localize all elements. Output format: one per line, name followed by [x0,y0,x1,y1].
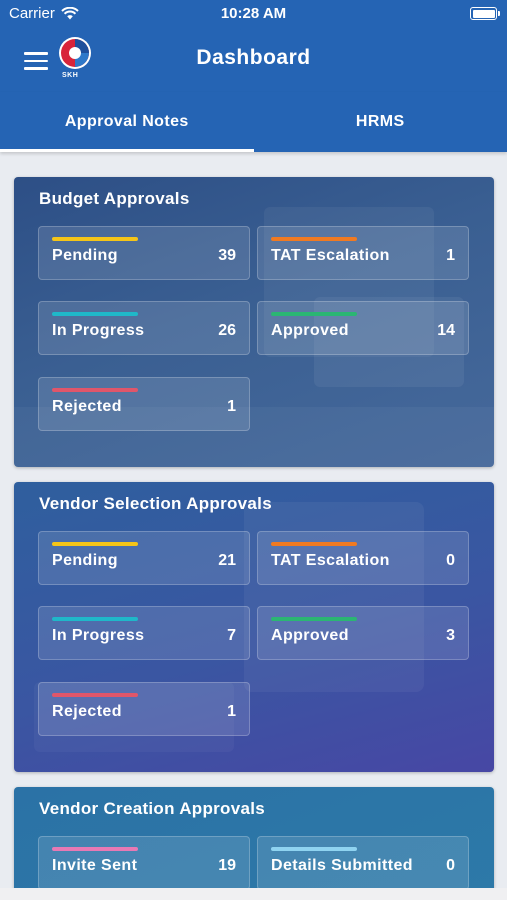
card-title: Budget Approvals [39,189,190,208]
in-progress-tile[interactable]: In Progress 7 [38,606,250,660]
status-color-bar [271,847,357,851]
in-progress-tile[interactable]: In Progress 26 [38,301,250,355]
tile-label: Rejected [52,703,122,720]
status-color-bar [52,617,138,621]
tile-count: 14 [437,322,455,339]
nav-bar: SKH Dashboard [0,28,507,92]
tile-count: 0 [446,552,455,569]
tile-label: In Progress [52,322,145,339]
tile-count: 19 [218,857,236,874]
status-color-bar [52,312,138,316]
tile-label: Pending [52,247,118,264]
tat-escalation-tile[interactable]: TAT Escalation 1 [257,226,469,280]
logo-text: SKH [62,72,79,79]
bottom-strip [0,888,507,900]
tile-count: 3 [446,627,455,644]
rejected-tile[interactable]: Rejected 1 [38,377,250,431]
tab-approval-notes[interactable]: Approval Notes [0,92,254,152]
invite-sent-tile[interactable]: Invite Sent 19 [38,836,250,888]
tile-label: Rejected [52,398,122,415]
pending-tile[interactable]: Pending 21 [38,531,250,585]
status-color-bar [271,237,357,241]
tile-count: 26 [218,322,236,339]
rejected-tile[interactable]: Rejected 1 [38,682,250,736]
card-title: Vendor Selection Approvals [39,494,272,513]
dashboard-content: Budget Approvals Pending 39 TAT Escalati… [0,152,507,888]
page-title: Dashboard [196,46,311,69]
tile-count: 1 [446,247,455,264]
status-color-bar [52,388,138,392]
vendor-selection-approvals-card: Vendor Selection Approvals Pending 21 TA… [14,482,494,772]
tile-count: 1 [227,398,236,415]
tile-label: Approved [271,627,349,644]
status-color-bar [52,237,138,241]
vendor-creation-approvals-card: Vendor Creation Approvals Invite Sent 19… [14,787,494,888]
status-color-bar [271,617,357,621]
tat-escalation-tile[interactable]: TAT Escalation 0 [257,531,469,585]
status-color-bar [52,693,138,697]
tab-hrms[interactable]: HRMS [254,92,507,152]
budget-approvals-card: Budget Approvals Pending 39 TAT Escalati… [14,177,494,467]
details-submitted-tile[interactable]: Details Submitted 0 [257,836,469,888]
tile-count: 39 [218,247,236,264]
status-color-bar [271,312,357,316]
status-color-bar [52,542,138,546]
tile-label: TAT Escalation [271,247,390,264]
tile-label: Approved [271,322,349,339]
clock: 10:28 AM [220,5,287,22]
tile-count: 21 [218,552,236,569]
tile-count: 0 [446,857,455,874]
tile-count: 1 [227,703,236,720]
tab-bar: Approval Notes HRMS [0,92,507,152]
approved-tile[interactable]: Approved 14 [257,301,469,355]
status-bar: Carrier 10:28 AM [0,0,507,28]
tile-label: Details Submitted [271,857,413,874]
tile-label: Invite Sent [52,857,138,874]
battery-icon [470,7,500,20]
tile-count: 7 [227,627,236,644]
status-color-bar [271,542,357,546]
tile-label: Pending [52,552,118,569]
status-color-bar [52,847,138,851]
approved-tile[interactable]: Approved 3 [257,606,469,660]
card-title: Vendor Creation Approvals [39,799,266,818]
tile-label: In Progress [52,627,145,644]
pending-tile[interactable]: Pending 39 [38,226,250,280]
tile-label: TAT Escalation [271,552,390,569]
